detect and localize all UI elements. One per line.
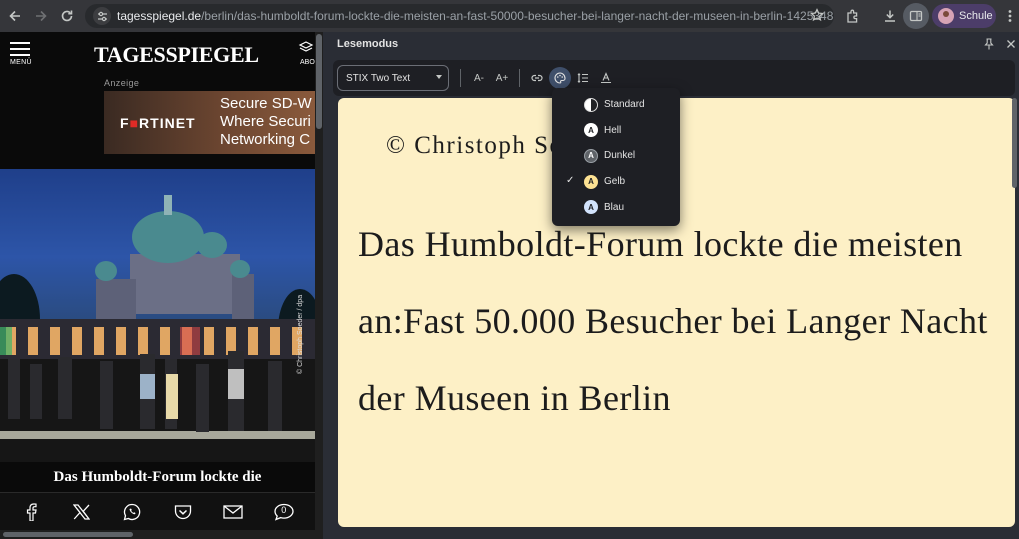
hamburger-menu-button[interactable]: [10, 42, 30, 60]
extensions-button[interactable]: [839, 3, 865, 29]
chevron-down-icon: [436, 75, 442, 79]
pocket-icon: [174, 504, 191, 519]
browser-menu-button[interactable]: [1002, 3, 1018, 29]
reading-mode-icon: [909, 10, 923, 22]
forward-button[interactable]: [28, 3, 54, 29]
swatch-hell-icon: A: [584, 123, 598, 138]
swatch-blau-icon: A: [584, 200, 598, 215]
site-info-button[interactable]: [93, 7, 111, 25]
horizontal-scroll-thumb[interactable]: [3, 532, 133, 537]
close-panel-button[interactable]: [1003, 36, 1019, 52]
share-pocket-button[interactable]: [169, 498, 197, 526]
line-spacing-icon: [577, 72, 588, 84]
hamburger-line: [10, 54, 30, 56]
ad-text: Secure SD-W Where Securi Networking C: [220, 95, 312, 148]
back-button[interactable]: [2, 3, 28, 29]
mail-icon: [223, 504, 243, 519]
address-bar[interactable]: tagesspiegel.de /berlin/das-humboldt-for…: [85, 4, 834, 28]
url-path: /berlin/das-humboldt-forum-lockte-die-me…: [201, 9, 834, 23]
web-page: MENÜ TAGESSPIEGEL ABO Anzeige F■RTINET S…: [0, 32, 315, 539]
downloads-button[interactable]: [877, 3, 903, 29]
article-photo: [0, 169, 315, 462]
line-spacing-button[interactable]: [572, 67, 594, 89]
article-title[interactable]: Das Humboldt-Forum lockte die: [0, 462, 315, 492]
reload-button[interactable]: [54, 3, 80, 29]
vertical-scrollbar[interactable]: [315, 32, 323, 539]
reading-mode-toggle[interactable]: [903, 3, 929, 29]
share-whatsapp-button[interactable]: [118, 498, 146, 526]
vertical-scroll-thumb[interactable]: [316, 34, 322, 129]
reader-headline: Das Humboldt-Forum lockte die meisten an…: [358, 224, 988, 418]
forward-arrow-icon: [36, 10, 47, 22]
contrast-icon: [584, 97, 598, 112]
color-option-blau[interactable]: A Blau: [552, 194, 680, 220]
share-x-button[interactable]: [68, 498, 96, 526]
panel-header: Lesemodus: [323, 32, 1019, 56]
close-icon: [1007, 40, 1015, 48]
three-dots-icon: [1008, 10, 1012, 22]
url-host: tagesspiegel.de: [117, 9, 202, 23]
pin-icon: [984, 38, 994, 50]
subscription-icon: [298, 41, 314, 52]
font-select[interactable]: STIX Two Text: [337, 65, 449, 91]
horizontal-scrollbar[interactable]: [0, 530, 315, 539]
museum-night-illustration: [0, 195, 315, 462]
abo-icon[interactable]: [298, 41, 314, 60]
share-bar: 0: [0, 492, 315, 530]
puzzle-icon: [846, 9, 857, 23]
photo-credit: © Christoph Soeder / dpa: [297, 294, 304, 374]
link-icon: [531, 74, 543, 82]
browser-toolbar: tagesspiegel.de /berlin/das-humboldt-for…: [0, 0, 1019, 32]
color-option-hell[interactable]: A Hell: [552, 118, 680, 144]
site-header: MENÜ TAGESSPIEGEL ABO: [0, 32, 315, 76]
toolbar-separator: [519, 69, 520, 87]
font-larger-button[interactable]: A+: [491, 67, 513, 89]
toolbar-separator: [460, 69, 461, 87]
comment-count: 0: [281, 504, 287, 515]
font-smaller-button[interactable]: A-: [468, 67, 490, 89]
profile-name: Schule: [959, 10, 993, 22]
links-toggle-button[interactable]: [526, 67, 548, 89]
pin-panel-button[interactable]: [981, 36, 997, 52]
swatch-dunkel-icon: A: [584, 148, 598, 163]
hamburger-line: [10, 42, 30, 44]
color-option-gelb[interactable]: ✓ A Gelb: [552, 169, 680, 195]
checkmark-icon: ✓: [566, 174, 575, 186]
color-theme-menu: Standard A Hell A Dunkel ✓ A Gelb A Blau: [552, 88, 680, 226]
swatch-gelb-icon: A: [584, 174, 598, 189]
letter-spacing-button[interactable]: [595, 67, 617, 89]
panel-title: Lesemodus: [337, 38, 399, 50]
x-icon: [73, 503, 91, 520]
color-option-standard[interactable]: Standard: [552, 92, 680, 118]
bookmark-button[interactable]: [810, 8, 824, 27]
letter-spacing-icon: [601, 72, 611, 84]
font-select-value: STIX Two Text: [346, 72, 411, 84]
whatsapp-icon: [123, 503, 141, 520]
facebook-icon: [27, 502, 37, 521]
star-icon: [810, 8, 824, 22]
site-logo[interactable]: TAGESSPIEGEL: [94, 42, 259, 68]
comments-button[interactable]: 0: [270, 498, 298, 526]
share-email-button[interactable]: [219, 498, 247, 526]
reload-icon: [61, 10, 73, 22]
color-theme-button[interactable]: [549, 67, 571, 89]
avatar: [938, 8, 954, 24]
download-icon: [885, 10, 895, 22]
share-facebook-button[interactable]: [17, 498, 45, 526]
ad-brand-logo: F■RTINET: [120, 115, 196, 131]
hamburger-line: [10, 48, 30, 50]
ad-label: Anzeige: [104, 78, 140, 88]
tune-icon: [97, 11, 107, 21]
color-option-dunkel[interactable]: A Dunkel: [552, 143, 680, 169]
ad-banner[interactable]: F■RTINET Secure SD-W Where Securi Networ…: [104, 91, 315, 154]
abo-label: ABO: [300, 59, 315, 66]
menu-label: MENÜ: [10, 59, 32, 66]
palette-icon: [554, 72, 566, 84]
profile-button[interactable]: Schule: [932, 4, 996, 28]
back-arrow-icon: [9, 10, 20, 22]
panel-scroll-thumb[interactable]: [1012, 98, 1017, 188]
